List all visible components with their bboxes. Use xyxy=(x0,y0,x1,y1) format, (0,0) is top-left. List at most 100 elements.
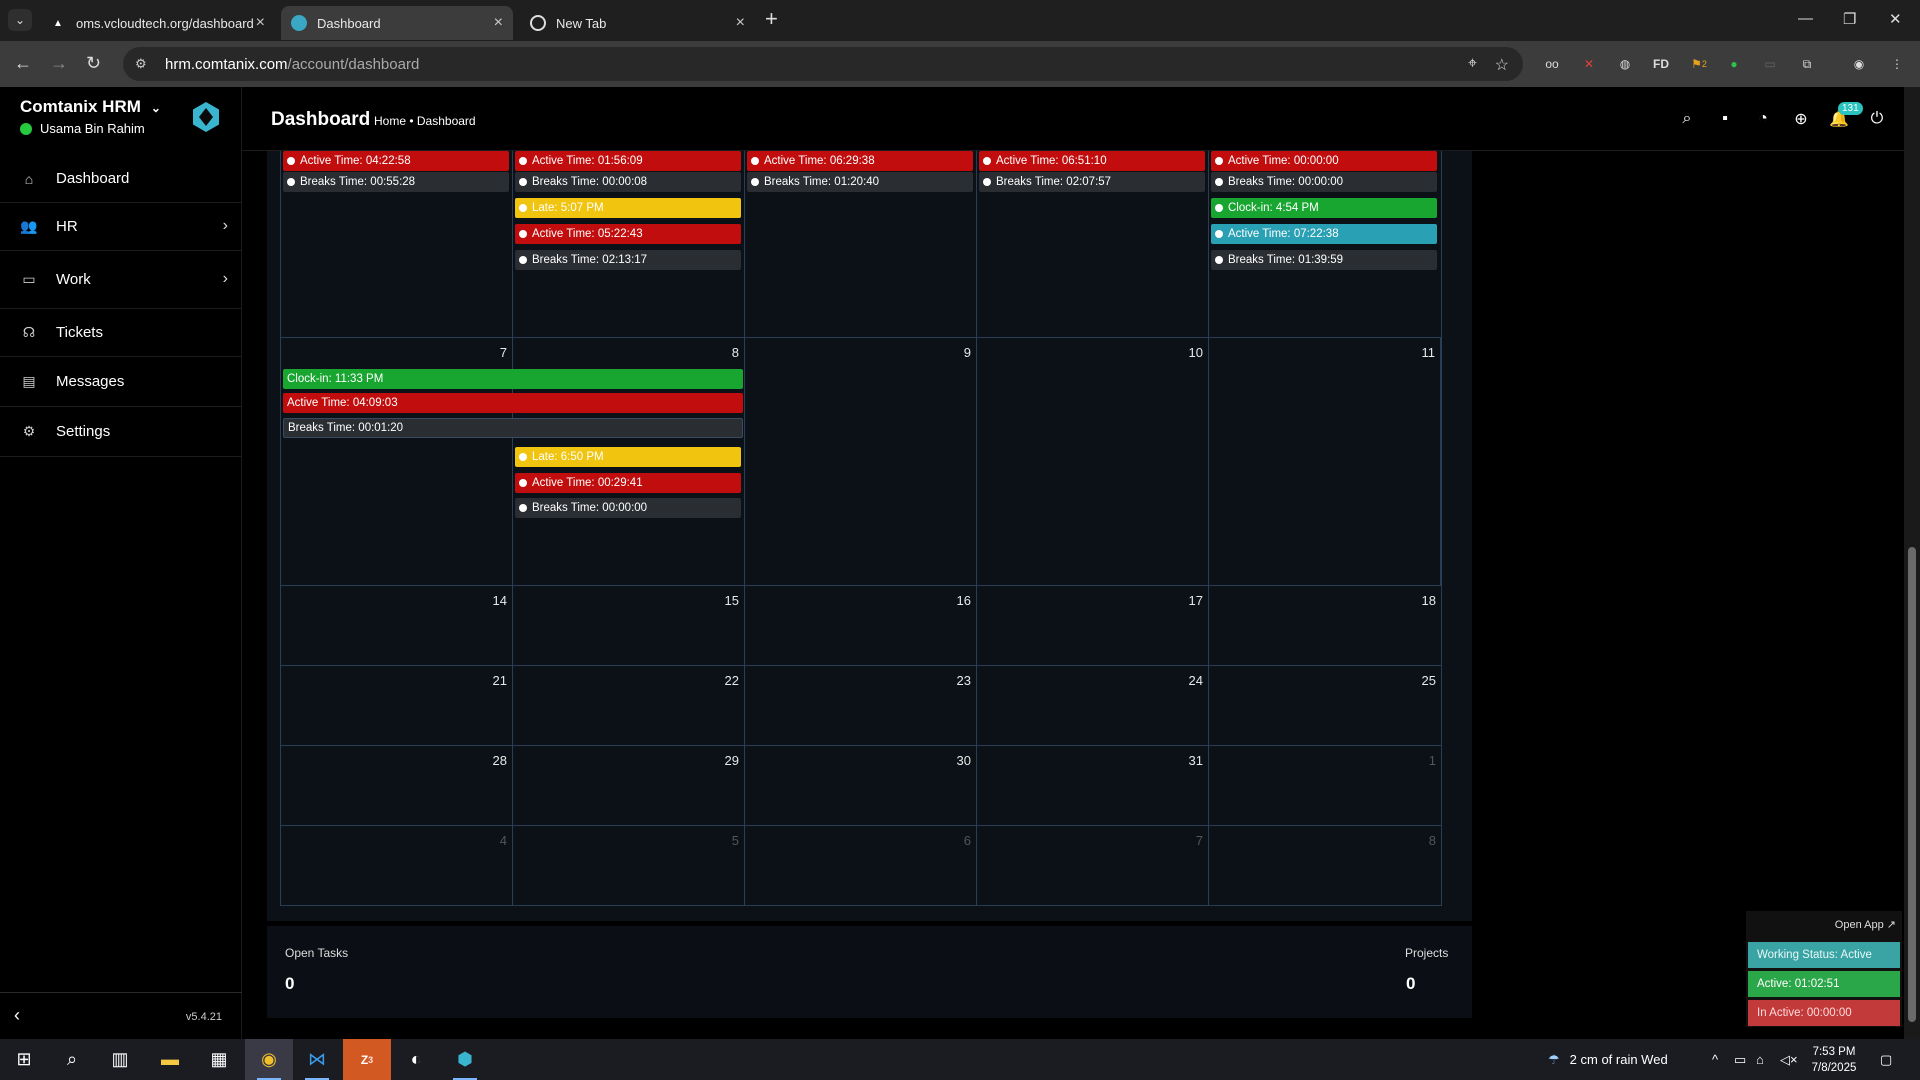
event-active-time[interactable]: Active Time: 05:22:43 xyxy=(515,224,741,244)
close-icon[interactable]: × xyxy=(256,15,265,31)
address-bar[interactable]: ⚙ hrm.comtanix.com/account/dashboard ⌖ ☆ xyxy=(123,47,1523,81)
calendar-day-cell[interactable]: Active Time: 01:56:09 Breaks Time: 00:00… xyxy=(513,151,745,337)
calendar-day-cell[interactable]: 29 xyxy=(513,746,745,825)
calendar-day-cell[interactable]: 14 xyxy=(281,586,513,665)
sidebar-item-dashboard[interactable]: ⌂ Dashboard xyxy=(0,155,242,203)
tab-oms[interactable]: ▲ oms.vcloudtech.org/dashboard × xyxy=(40,6,275,40)
sidebar-item-work[interactable]: ▭ Work › xyxy=(0,251,242,309)
event-active-time[interactable]: Active Time: 04:22:58 xyxy=(283,151,509,171)
event-active-time[interactable]: Active Time: 00:00:00 xyxy=(1211,151,1437,171)
location-icon[interactable]: ⌖ xyxy=(1468,55,1477,73)
search-icon[interactable]: ⌕ xyxy=(1677,109,1697,129)
event-clock-in[interactable]: Clock-in: 11:33 PM xyxy=(283,369,743,389)
calendar-day-cell[interactable]: 10 xyxy=(977,338,1209,585)
notes-icon[interactable]: ▪ xyxy=(1715,109,1735,129)
collapse-sidebar-icon[interactable]: ‹ xyxy=(14,1005,20,1026)
calendar-day-cell[interactable]: 9 xyxy=(745,338,977,585)
sidebar-item-messages[interactable]: ▤ Messages xyxy=(0,357,242,407)
page-scrollbar[interactable] xyxy=(1904,87,1920,1039)
leaf-icon[interactable]: ● xyxy=(1723,53,1745,75)
glasses-icon[interactable]: oo xyxy=(1541,53,1563,75)
calendar-day-cell[interactable]: 6 xyxy=(745,826,977,906)
calendar-day-cell[interactable]: 25 xyxy=(1209,666,1441,745)
calendar-day-cell[interactable]: 15 xyxy=(513,586,745,665)
tab-newtab[interactable]: New Tab × xyxy=(520,6,755,40)
windows-start-icon[interactable]: ⊞ xyxy=(0,1039,48,1080)
store-icon[interactable]: ▦ xyxy=(195,1039,243,1080)
puzzle-icon[interactable]: ⧉ xyxy=(1796,53,1818,75)
chrome-taskbar-icon[interactable]: ◉ xyxy=(245,1039,293,1080)
profile-icon[interactable]: ◉ xyxy=(1848,53,1870,75)
back-icon[interactable]: ← xyxy=(14,53,32,74)
calendar-day-cell[interactable]: 31 xyxy=(977,746,1209,825)
breadcrumb[interactable]: Home • Dashboard xyxy=(374,114,476,128)
calendar-day-cell[interactable]: 4 xyxy=(281,826,513,906)
comtanix-taskbar-icon[interactable]: ⬢ xyxy=(441,1039,489,1080)
event-breaks-time[interactable]: Breaks Time: 00:00:00 xyxy=(515,498,741,518)
x-icon[interactable]: ✕ xyxy=(1578,53,1600,75)
task-view-icon[interactable]: ▥ xyxy=(96,1039,144,1080)
leaf-app-icon[interactable]: ◐ xyxy=(392,1039,440,1080)
sidebar-item-tickets[interactable]: ☊ Tickets xyxy=(0,309,242,357)
power-icon[interactable]: ⏻ xyxy=(1867,109,1887,129)
calendar-day-cell[interactable]: 8 xyxy=(1209,826,1441,906)
menu-icon[interactable]: ⋮ xyxy=(1886,53,1908,75)
calendar-day-cell[interactable]: 18 xyxy=(1209,586,1441,665)
event-active-time[interactable]: Active Time: 07:22:38 xyxy=(1211,224,1437,244)
tab-icon[interactable]: ▭ xyxy=(1759,53,1781,75)
search-icon[interactable]: ⌕ xyxy=(48,1039,96,1080)
close-icon[interactable]: × xyxy=(494,15,503,31)
calendar-day-cell[interactable]: 23 xyxy=(745,666,977,745)
event-active-time[interactable]: Active Time: 06:51:10 xyxy=(979,151,1205,171)
system-clock[interactable]: 7:53 PM 7/8/2025 xyxy=(1804,1044,1864,1076)
sidebar-item-settings[interactable]: ⚙ Settings xyxy=(0,407,242,457)
weather-widget[interactable]: ☂ 2 cm of rain Wed xyxy=(1548,1039,1668,1080)
event-active-time[interactable]: Active Time: 04:09:03 xyxy=(283,393,743,413)
globe-icon[interactable]: ◍ xyxy=(1614,53,1636,75)
add-icon[interactable]: ⊕ xyxy=(1791,109,1811,129)
fd-extension-icon[interactable]: FD xyxy=(1650,53,1672,75)
event-active-time[interactable]: Active Time: 01:56:09 xyxy=(515,151,741,171)
battery-icon[interactable]: ▭ xyxy=(1734,1039,1746,1080)
network-icon[interactable]: ⌂ xyxy=(1756,1039,1764,1080)
event-breaks-time[interactable]: Breaks Time: 01:20:40 xyxy=(747,172,973,192)
forward-icon[interactable]: → xyxy=(50,53,68,74)
sidebar-item-hr[interactable]: 👥 HR › xyxy=(0,203,242,251)
event-breaks-time[interactable]: Breaks Time: 00:00:08 xyxy=(515,172,741,192)
calendar-day-cell[interactable]: 22 xyxy=(513,666,745,745)
calendar-day-cell[interactable]: Active Time: 04:22:58 Breaks Time: 00:55… xyxy=(281,151,513,337)
tab-dashboard[interactable]: Dashboard × xyxy=(281,6,513,40)
restore-icon[interactable]: ❐ xyxy=(1843,10,1856,28)
zoho-icon[interactable]: Z3 xyxy=(343,1039,391,1080)
volume-muted-icon[interactable]: ◁× xyxy=(1780,1039,1798,1080)
event-breaks-time[interactable]: Breaks Time: 01:39:59 xyxy=(1211,250,1437,270)
vscode-icon[interactable]: ⋈ xyxy=(293,1039,341,1080)
tab-search-button[interactable]: ⌄ xyxy=(8,9,32,31)
calendar-day-cell[interactable]: 30 xyxy=(745,746,977,825)
event-late[interactable]: Late: 5:07 PM xyxy=(515,198,741,218)
file-explorer-icon[interactable]: ▬ xyxy=(146,1039,194,1080)
event-clock-in[interactable]: Clock-in: 4:54 PM xyxy=(1211,198,1437,218)
calendar-day-cell[interactable]: 1 xyxy=(1209,746,1441,825)
site-info-icon[interactable]: ⚙ xyxy=(135,56,151,72)
calendar-day-cell[interactable]: 5 xyxy=(513,826,745,906)
event-active-time[interactable]: Active Time: 06:29:38 xyxy=(747,151,973,171)
minimize-icon[interactable]: — xyxy=(1798,10,1813,27)
event-breaks-time[interactable]: Breaks Time: 00:00:00 xyxy=(1211,172,1437,192)
calendar-day-cell[interactable]: 24 xyxy=(977,666,1209,745)
calendar-day-cell[interactable]: 16 xyxy=(745,586,977,665)
event-active-time[interactable]: Active Time: 00:29:41 xyxy=(515,473,741,493)
calendar-day-cell[interactable]: 17 xyxy=(977,586,1209,665)
bookmark-star-icon[interactable]: ☆ xyxy=(1495,55,1509,75)
scrollbar-thumb[interactable] xyxy=(1908,547,1916,1022)
clock-icon[interactable]: ◔ xyxy=(1753,109,1773,129)
notification-center-icon[interactable]: ▢ xyxy=(1880,1039,1892,1080)
calendar-day-cell[interactable]: 28 xyxy=(281,746,513,825)
calendar-day-cell[interactable]: 11 xyxy=(1209,338,1441,585)
close-icon[interactable]: × xyxy=(736,15,745,31)
event-late[interactable]: Late: 6:50 PM xyxy=(515,447,741,467)
event-breaks-time[interactable]: Breaks Time: 02:07:57 xyxy=(979,172,1205,192)
window-close-icon[interactable]: ✕ xyxy=(1889,10,1902,28)
open-app-link[interactable]: Open App ↗ xyxy=(1835,918,1896,931)
new-tab-button[interactable]: + xyxy=(765,8,778,30)
